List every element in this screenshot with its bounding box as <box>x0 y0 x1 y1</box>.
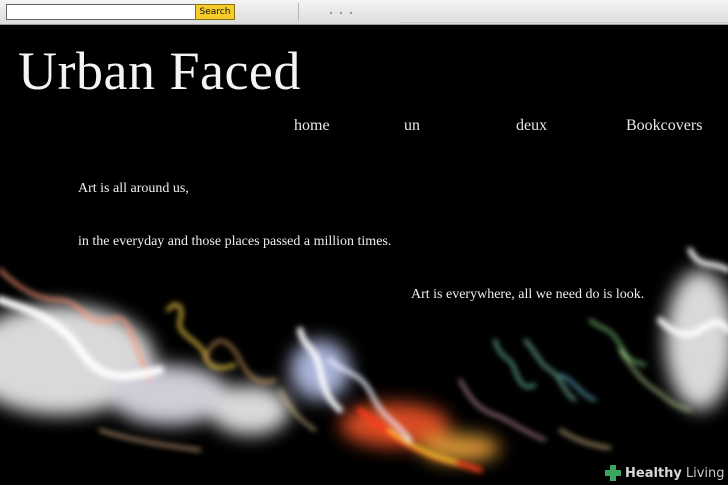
watermark: Healthy Living <box>604 464 725 482</box>
watermark-suffix: Living <box>685 465 725 481</box>
page: Search Urban Faced home un deux Bookcove… <box>0 0 728 485</box>
search-button[interactable]: Search <box>195 4 235 20</box>
site-title: Urban Faced <box>18 41 301 101</box>
nav-link-bookcovers[interactable]: Bookcovers <box>626 117 702 135</box>
toolbar-divider <box>298 3 299 21</box>
intro-line-2: in the everyday and those places passed … <box>78 234 392 249</box>
intro-line-1: Art is all around us, <box>78 181 189 196</box>
nav-link-deux[interactable]: deux <box>516 117 547 135</box>
watermark-brand: Healthy <box>625 465 682 481</box>
toolbar-grip <box>330 12 360 14</box>
intro-line-3: Art is everywhere, all we need do is loo… <box>411 287 645 302</box>
nav-link-home[interactable]: home <box>294 117 330 135</box>
nav-link-un[interactable]: un <box>404 117 420 135</box>
plus-cross-icon <box>604 464 622 482</box>
search-input[interactable] <box>6 4 198 20</box>
toolbar-edge <box>400 22 728 23</box>
top-toolbar: Search <box>0 0 728 25</box>
